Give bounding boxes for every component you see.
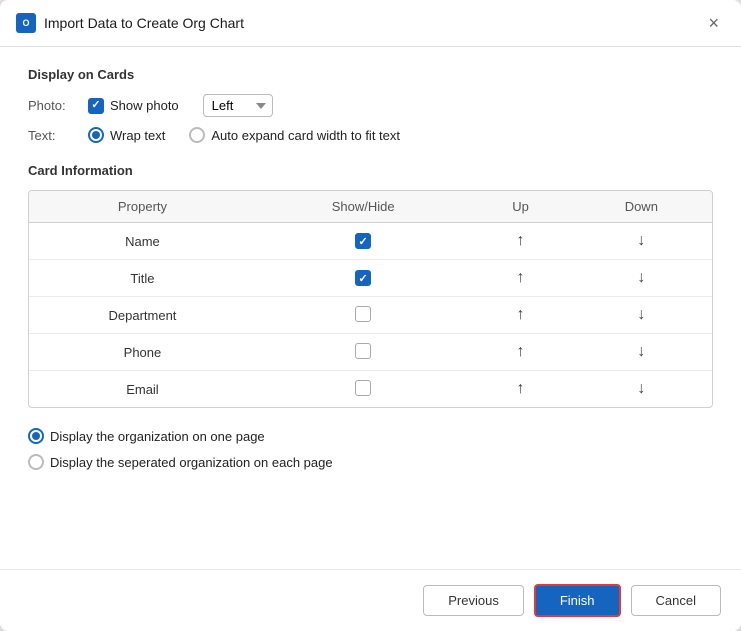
up-button[interactable]: ↑ [513,304,529,326]
cell-up: ↑ [470,297,570,334]
show-photo-checkmark: ✓ [88,98,104,114]
checkbox-unchecked [355,380,371,396]
cell-property: Phone [29,334,256,371]
option1-radio[interactable]: Display the organization on one page [28,428,265,444]
finish-button[interactable]: Finish [534,584,621,617]
showhide-checkbox[interactable] [355,306,371,322]
cell-up: ↑ [470,223,570,260]
show-photo-checkbox[interactable]: ✓ Show photo [88,98,179,114]
text-row: Text: Wrap text Auto expand card width t… [28,127,713,143]
cell-property: Department [29,297,256,334]
up-button[interactable]: ↑ [513,230,529,252]
checkbox-unchecked [355,343,371,359]
auto-expand-label: Auto expand card width to fit text [211,128,400,143]
option1-label: Display the organization on one page [50,429,265,444]
down-button[interactable]: ↓ [633,378,649,400]
col-showhide: Show/Hide [256,191,470,223]
table-row: Title ✓ ↑ ↓ [29,260,712,297]
cell-showhide [256,297,470,334]
down-button[interactable]: ↓ [633,230,649,252]
display-options-section: Display the organization on one page Dis… [28,428,713,470]
title-bar: O Import Data to Create Org Chart × [0,0,741,47]
down-button[interactable]: ↓ [633,267,649,289]
cell-down: ↓ [571,371,712,408]
wrap-text-label: Wrap text [110,128,165,143]
cell-up: ↑ [470,334,570,371]
option2-label: Display the seperated organization on ea… [50,455,333,470]
col-down: Down [571,191,712,223]
showhide-checkbox[interactable]: ✓ [355,270,371,286]
cell-down: ↓ [571,260,712,297]
svg-text:O: O [22,18,29,28]
down-button[interactable]: ↓ [633,341,649,363]
text-label: Text: [28,128,88,143]
cell-showhide [256,334,470,371]
position-select-wrap: Left Right Top [203,94,273,117]
wrap-text-radio-circle [88,127,104,143]
option1-circle [28,428,44,444]
cell-up: ↑ [470,371,570,408]
cell-up: ↑ [470,260,570,297]
cell-property: Email [29,371,256,408]
cell-down: ↓ [571,334,712,371]
wrap-text-radio-inner [92,131,100,139]
cell-property: Name [29,223,256,260]
import-dialog: O Import Data to Create Org Chart × Disp… [0,0,741,631]
auto-expand-radio-circle [189,127,205,143]
cell-down: ↓ [571,297,712,334]
checkbox-unchecked [355,306,371,322]
down-button[interactable]: ↓ [633,304,649,326]
cell-showhide [256,371,470,408]
close-button[interactable]: × [702,12,725,34]
card-info-table: Property Show/Hide Up Down Name ✓ ↑ ↓ Title ✓… [28,190,713,408]
card-info-label: Card Information [28,163,713,178]
checkbox-checked: ✓ [355,233,371,249]
option2-radio[interactable]: Display the seperated organization on ea… [28,454,333,470]
dialog-icon: O [16,13,36,33]
display-cards-label: Display on Cards [28,67,713,82]
photo-label: Photo: [28,98,88,113]
table-header-row: Property Show/Hide Up Down [29,191,712,223]
cell-showhide: ✓ [256,260,470,297]
auto-expand-radio[interactable]: Auto expand card width to fit text [189,127,400,143]
dialog-content: Display on Cards Photo: ✓ Show photo Lef… [0,47,741,569]
showhide-checkbox[interactable]: ✓ [355,233,371,249]
cell-down: ↓ [571,223,712,260]
cancel-button[interactable]: Cancel [631,585,721,616]
up-button[interactable]: ↑ [513,378,529,400]
dialog-footer: Previous Finish Cancel [0,569,741,631]
dialog-title: Import Data to Create Org Chart [44,15,694,31]
showhide-checkbox[interactable] [355,380,371,396]
checkbox-checked: ✓ [355,270,371,286]
cell-property: Title [29,260,256,297]
card-info-section: Card Information Property Show/Hide Up D… [28,163,713,408]
up-button[interactable]: ↑ [513,267,529,289]
option1-inner [32,432,40,440]
table-row: Phone ↑ ↓ [29,334,712,371]
cell-showhide: ✓ [256,223,470,260]
option1-row: Display the organization on one page [28,428,713,444]
showhide-checkbox[interactable] [355,343,371,359]
col-up: Up [470,191,570,223]
display-cards-section: Display on Cards Photo: ✓ Show photo Lef… [28,67,713,143]
option2-circle [28,454,44,470]
col-property: Property [29,191,256,223]
option2-row: Display the seperated organization on ea… [28,454,713,470]
photo-row: Photo: ✓ Show photo Left Right Top [28,94,713,117]
previous-button[interactable]: Previous [423,585,524,616]
position-select[interactable]: Left Right Top [203,94,273,117]
table-row: Department ↑ ↓ [29,297,712,334]
show-photo-label: Show photo [110,98,179,113]
table-row: Name ✓ ↑ ↓ [29,223,712,260]
table-row: Email ↑ ↓ [29,371,712,408]
up-button[interactable]: ↑ [513,341,529,363]
wrap-text-radio[interactable]: Wrap text [88,127,165,143]
